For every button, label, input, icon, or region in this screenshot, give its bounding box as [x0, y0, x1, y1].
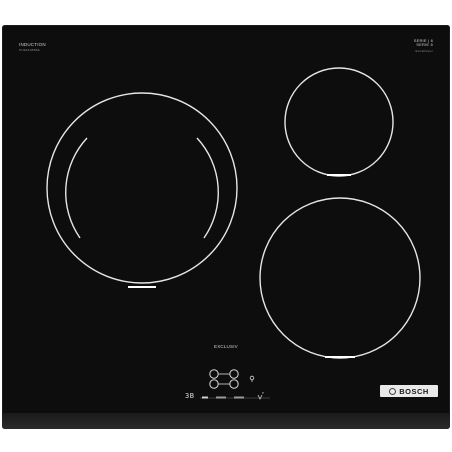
small-zone-ring [284, 67, 394, 177]
level-segment-low[interactable] [216, 396, 226, 399]
edition-label: EXCLUSIV [214, 344, 238, 349]
zone-select-top-left-icon[interactable] [209, 369, 219, 379]
large-zone-inner-arc-left [65, 137, 88, 239]
medium-zone-ring [259, 197, 421, 359]
boost-label: P [262, 391, 264, 395]
level-segment-high[interactable] [234, 396, 244, 399]
lock-icon[interactable] [249, 375, 255, 382]
timer-display: 3B [185, 392, 195, 400]
large-zone[interactable] [46, 92, 238, 288]
bosch-logo-icon [389, 387, 397, 395]
large-zone-ring [46, 92, 238, 284]
brand-name: BOSCH [399, 386, 429, 396]
cooktop-glass-panel: INDUCTION PUE631BB5E SERIE | 6 SERIE 6 E… [2, 25, 450, 429]
large-zone-inner-arc-right [196, 137, 219, 239]
front-frame [2, 413, 450, 429]
cooking-zones: P [46, 67, 421, 400]
control-strip[interactable]: P [200, 391, 270, 400]
zone-select-bottom-left-icon[interactable] [209, 379, 219, 389]
medium-zone[interactable] [259, 197, 421, 359]
boost-icon[interactable] [257, 394, 263, 400]
zone-selector-control[interactable] [209, 369, 239, 389]
minus-icon[interactable] [202, 396, 208, 399]
brand-badge: BOSCH [380, 385, 438, 397]
zone-select-top-right-icon[interactable] [229, 369, 239, 379]
zone-select-bottom-right-icon[interactable] [229, 379, 239, 389]
small-zone[interactable] [284, 67, 394, 177]
